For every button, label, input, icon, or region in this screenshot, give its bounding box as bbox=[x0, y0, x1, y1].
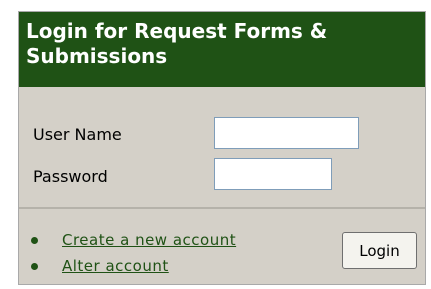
password-label: Password bbox=[33, 167, 108, 186]
password-input[interactable] bbox=[214, 158, 332, 190]
header-title-line-1: Login for Request Forms & bbox=[26, 19, 328, 43]
login-form: User Name Password bbox=[19, 88, 425, 206]
list-item: Alter account bbox=[31, 255, 169, 277]
panel-header: Login for Request Forms & Submissions bbox=[19, 12, 425, 87]
alter-account-link[interactable]: Alter account bbox=[62, 257, 169, 275]
login-button[interactable]: Login bbox=[342, 232, 417, 269]
bullet-icon bbox=[31, 262, 38, 270]
username-input[interactable] bbox=[214, 117, 359, 149]
create-account-link[interactable]: Create a new account bbox=[62, 231, 236, 249]
list-item: Create a new account bbox=[31, 229, 236, 251]
account-links: Create a new account Alter account Login bbox=[19, 209, 425, 284]
bullet-icon bbox=[31, 236, 38, 244]
login-panel: Login for Request Forms & Submissions Us… bbox=[18, 11, 426, 285]
username-label: User Name bbox=[33, 125, 122, 144]
header-title-line-2: Submissions bbox=[26, 44, 168, 68]
